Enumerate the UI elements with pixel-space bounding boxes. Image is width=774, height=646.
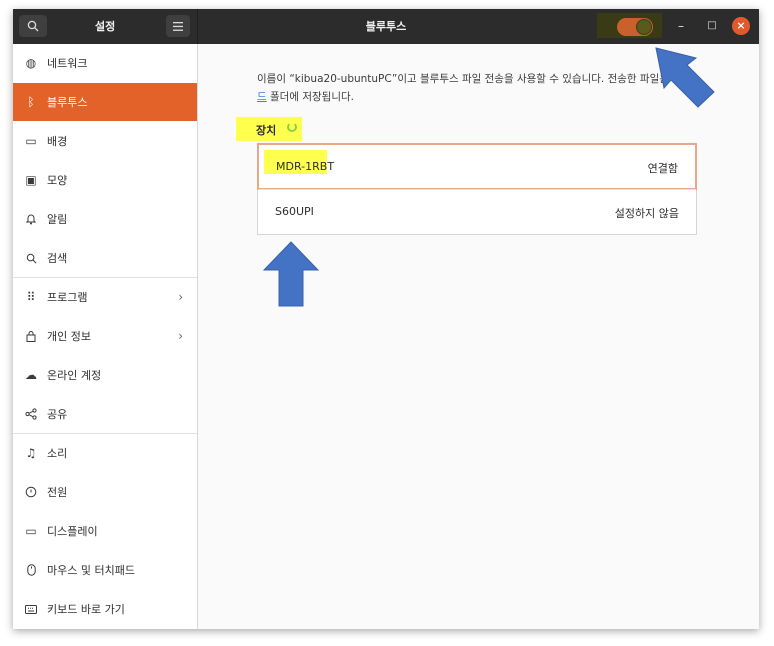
bell-icon [24,212,38,226]
chevron-right-icon: › [178,290,183,304]
scanning-spinner-icon [287,122,297,132]
devices-heading: 장치 [256,124,277,137]
device-status: 설정하지 않음 [614,207,679,220]
toggle-knob [636,19,652,35]
sidebar-item-keyboard-shortcuts[interactable]: 키보드 바로 가기 [13,590,197,628]
apps-grid-icon: ⠿ [26,290,36,304]
network-globe-icon: ◍ [25,56,37,70]
titlebar: 설정 블루투스 – □ × [13,9,759,44]
sidebar-item-label: 검색 [47,252,68,265]
sidebar-item-label: 모양 [47,174,68,187]
sidebar-item-sharing[interactable]: 공유 [13,395,197,433]
sidebar-item-mouse-touchpad[interactable]: 마우스 및 터치패드 [13,551,197,589]
sidebar-item-label: 소리 [47,447,68,460]
sidebar-item-background[interactable]: ▭ 배경 [13,122,197,160]
sidebar-item-label: 개인 정보 [47,330,91,343]
sidebar-item-label: 디스플레이 [47,525,98,538]
sidebar-item-search[interactable]: 검색 [13,239,197,277]
music-note-icon: ♫ [25,446,37,460]
device-row-mdr-1rbt[interactable]: MDR-1RBT 연결함 [257,143,697,190]
close-button[interactable]: × [732,17,750,35]
sidebar-item-label: 네트워크 [47,57,88,70]
hamburger-menu-icon [173,21,183,31]
lock-icon [24,329,38,343]
sidebar-item-label: 마우스 및 터치패드 [47,564,135,577]
search-icon [24,251,38,265]
menu-button[interactable] [166,15,190,37]
chevron-right-icon: › [178,329,183,343]
settings-window: 설정 블루투스 – □ × ◍ 네트워크 ᛒ 블루투스 ▭ 배경 ▣ 모양 알림… [13,9,759,629]
description-line-2-text: 폴더에 저장됩니다. [270,91,354,103]
device-name: MDR-1RBT [276,160,335,173]
sidebar-item-label: 프로그램 [47,291,88,304]
sidebar-item-label: 블루투스 [47,96,88,109]
description-line-1: 이름이 “kibua20-ubuntuPC”이고 블루투스 파일 전송을 사용할… [257,73,669,85]
device-list: MDR-1RBT 연결함 S60UPI 설정하지 않음 [257,143,697,235]
sidebar-item-online-accounts[interactable]: ☁ 온라인 계정 [13,356,197,394]
device-row-s60upi[interactable]: S60UPI 설정하지 않음 [258,190,696,235]
sidebar-title: 설정 [95,20,116,33]
sidebar-item-notifications[interactable]: 알림 [13,200,197,238]
minimize-button[interactable]: – [672,17,690,35]
downloads-folder-link[interactable]: 드 [257,91,267,103]
sidebar-item-label: 공유 [47,408,68,421]
device-status: 연결함 [647,162,678,175]
sidebar-item-power[interactable]: 전원 [13,473,197,511]
keyboard-icon [24,602,38,616]
sidebar-item-label: 온라인 계정 [47,369,102,382]
search-icon [27,20,39,32]
device-name: S60UPI [275,205,314,218]
sidebar-item-sound[interactable]: ♫ 소리 [13,434,197,472]
highlight-box [597,13,662,38]
titlebar-separator [197,9,198,44]
sidebar-item-label: 배경 [47,135,68,148]
sidebar-item-display[interactable]: ▭ 디스플레이 [13,512,197,550]
sidebar-item-label: 전원 [47,486,68,499]
maximize-button[interactable]: □ [703,17,721,35]
background-monitor-icon: ▭ [25,134,37,148]
sidebar: ◍ 네트워크 ᛒ 블루투스 ▭ 배경 ▣ 모양 알림 검색 ⠿ 프로그램 › 개… [13,44,198,629]
bluetooth-panel: 이름이 “kibua20-ubuntuPC”이고 블루투스 파일 전송을 사용할… [198,44,759,629]
search-button[interactable] [19,15,47,37]
sidebar-item-appearance[interactable]: ▣ 모양 [13,161,197,199]
sidebar-item-bluetooth[interactable]: ᛒ 블루투스 [13,83,197,121]
sidebar-item-label: 알림 [47,213,68,226]
power-icon [24,485,38,499]
sidebar-item-privacy[interactable]: 개인 정보 › [13,317,197,355]
annotation-arrow-diagonal [655,47,715,108]
sidebar-item-network[interactable]: ◍ 네트워크 [13,44,197,82]
mouse-icon [24,563,38,577]
display-icon: ▭ [25,524,37,538]
bluetooth-icon: ᛒ [27,95,35,109]
sidebar-item-label: 키보드 바로 가기 [47,603,125,616]
annotation-arrow-up [262,241,320,307]
share-icon [24,407,38,421]
cloud-icon: ☁ [25,368,37,382]
description-line-2: 드 폴더에 저장됩니다. [257,88,677,106]
appearance-icon: ▣ [25,173,37,187]
bluetooth-description: 이름이 “kibua20-ubuntuPC”이고 블루투스 파일 전송을 사용할… [257,70,677,106]
bluetooth-toggle[interactable] [617,18,653,36]
sidebar-item-applications[interactable]: ⠿ 프로그램 › [13,278,197,316]
